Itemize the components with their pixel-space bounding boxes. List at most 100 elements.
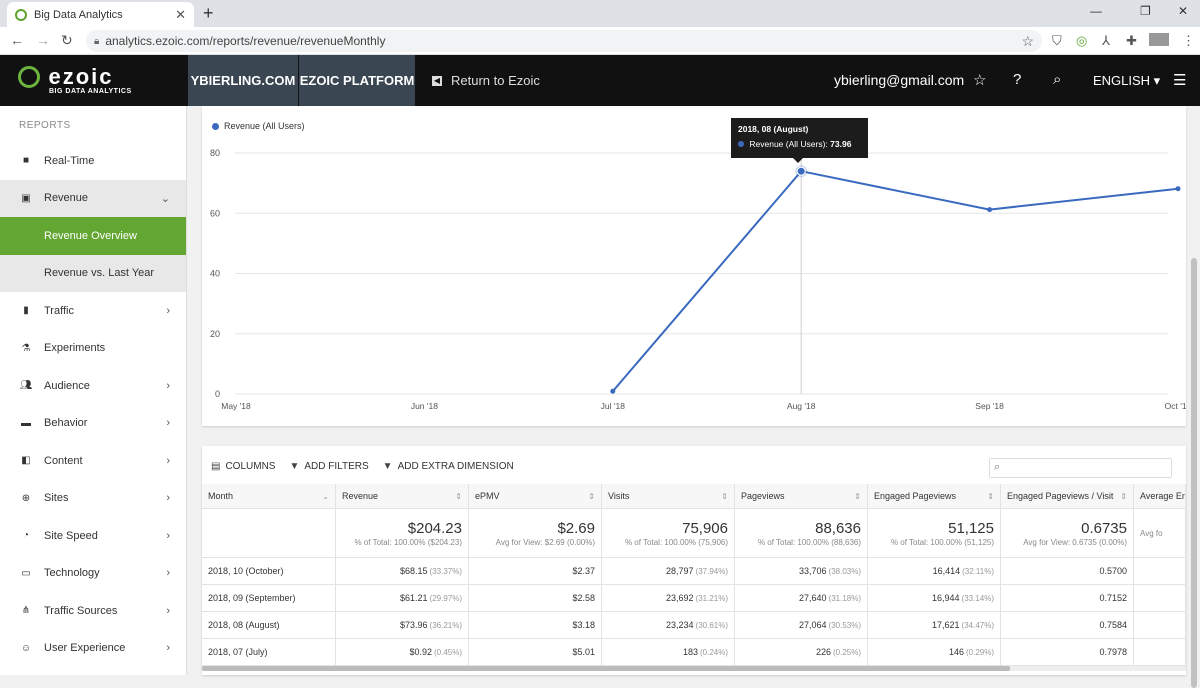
scrollbar-thumb[interactable] (202, 666, 1010, 671)
sidebar-item-site-speed[interactable]: ◔ Site Speed › (0, 517, 186, 555)
help-icon[interactable]: ? (1013, 71, 1021, 88)
chevron-right-icon: › (166, 454, 170, 467)
laptop-icon: ▭ (21, 567, 31, 579)
globe-icon: ⊕ (21, 492, 31, 504)
table-cell: $2.58 (469, 585, 602, 611)
cell-value: $0.92 (409, 647, 432, 657)
sidebar-item-experiments[interactable]: ⚗ Experiments (0, 330, 186, 368)
revenue-table-panel: ▤ COLUMNS ▼ ADD FILTERS ▼ ADD EXTRA DIME… (202, 446, 1186, 675)
sidebar-item-revenue[interactable]: ▣ Revenue ⌄ (0, 179, 186, 217)
sidebar-item-user-experience[interactable]: ☺ User Experience › (0, 630, 186, 668)
star-icon[interactable]: ☆ (973, 71, 986, 89)
maximize-icon[interactable]: ❐ (1140, 4, 1151, 18)
vertical-scrollbar[interactable] (1191, 108, 1197, 688)
sidebar-item-technology[interactable]: ▭ Technology › (0, 555, 186, 593)
reload-icon[interactable]: ↻ (61, 32, 73, 49)
url-input[interactable]: 🔒︎ analytics.ezoic.com/reports/revenue/r… (86, 30, 1042, 52)
column-header-visits[interactable]: Visits ⇕ (602, 484, 735, 508)
return-label: Return to Ezoic (451, 73, 540, 88)
back-icon[interactable]: ← (10, 32, 24, 48)
revenue-line-chart[interactable]: 0 20 40 60 80 May '18 Jun '18 Jul '18 Aug '18 Sep… (202, 106, 1186, 426)
puzzle-icon[interactable]: ✚ (1126, 33, 1137, 49)
sidebar-item-traffic-sources[interactable]: ⋔ Traffic Sources › (0, 592, 186, 630)
table-row[interactable]: 2018, 07 (July) $0.92 (0.45%) $5.01 183 (0.24… (202, 639, 1186, 666)
data-point[interactable] (1175, 186, 1181, 192)
filter-icon: ▼ (382, 461, 393, 472)
extension-icon[interactable]: ⅄ (1102, 33, 1110, 49)
table-row[interactable]: 2018, 10 (October) $68.15 (33.37%) $2.37 28,… (202, 558, 1186, 585)
return-to-ezoic-link[interactable]: ◀ Return to Ezoic (432, 73, 540, 88)
table-cell: 27,064 (30.53%) (735, 612, 868, 638)
scrollbar-thumb[interactable] (1191, 258, 1197, 688)
table-search-input[interactable]: ⌕ (989, 458, 1172, 478)
column-header-epmv[interactable]: ePMV ⇕ (469, 484, 602, 508)
people-icon: 👥︎ (19, 380, 33, 392)
cell-percent: (33.37%) (429, 566, 462, 576)
cell-percent: (37.94%) (695, 566, 728, 576)
cell-percent: (33.14%) (961, 593, 994, 603)
new-tab-icon[interactable]: + (203, 3, 214, 24)
shield-extension-icon[interactable]: ⛉ (1052, 33, 1062, 49)
data-point[interactable] (610, 388, 616, 394)
table-cell: 2018, 09 (September) (202, 585, 336, 611)
series-line[interactable] (612, 170, 1179, 392)
minimize-icon[interactable]: — (1090, 4, 1102, 18)
cell-value: 226 (815, 647, 831, 657)
sidebar-item-sites[interactable]: ⊕ Sites › (0, 480, 186, 518)
sidebar-item-revenue-overview[interactable]: Revenue Overview (0, 217, 186, 255)
hamburger-menu-icon[interactable]: ☰ (1173, 71, 1186, 89)
ezoic-extension-icon[interactable]: ◎ (1076, 33, 1087, 49)
column-header-pageviews[interactable]: Pageviews ⇕ (735, 484, 868, 508)
add-filters-button[interactable]: ▼ ADD FILTERS (289, 461, 368, 472)
sidebar-item-content[interactable]: ◧ Content › (0, 442, 186, 480)
column-header-engaged-per-visit[interactable]: Engaged Pageviews / Visit ⇕ (1001, 484, 1134, 508)
sidebar-item-behavior[interactable]: ▬ Behavior › (0, 405, 186, 443)
cell-percent: (36.21%) (429, 620, 462, 630)
profile-avatar[interactable] (1149, 33, 1169, 46)
data-point[interactable] (987, 207, 993, 213)
add-dimension-button[interactable]: ▼ ADD EXTRA DIMENSION (383, 461, 514, 472)
user-email[interactable]: ybierling@gmail.com (834, 72, 964, 88)
column-header-average-engaged[interactable]: Average En (1134, 484, 1186, 508)
cell-value: 146 (948, 647, 964, 657)
x-tick-label: Jun '18 (411, 401, 438, 411)
close-window-icon[interactable]: ✕ (1178, 4, 1188, 18)
sidebar-item-label: Audience (44, 379, 90, 392)
platform-tab[interactable]: EZOIC PLATFORM (299, 55, 415, 106)
bookmark-star-icon[interactable]: ☆ (1021, 33, 1034, 50)
horizontal-scrollbar[interactable] (202, 666, 1186, 671)
browser-menu-icon[interactable]: ⋮ (1182, 33, 1195, 49)
header-label: Pageviews (741, 491, 785, 501)
tooltip-arrow (793, 158, 803, 163)
site-tab[interactable]: YBIERLING.COM (188, 55, 298, 106)
language-dropdown[interactable]: ENGLISH ▾ (1093, 73, 1160, 89)
forward-icon[interactable]: → (36, 32, 50, 48)
sidebar-item-label: Experiments (44, 342, 106, 355)
header-label: Engaged Pageviews (874, 491, 957, 501)
sidebar-item-audience[interactable]: 👥︎ Audience › (0, 367, 186, 405)
table-row[interactable]: 2018, 09 (September) $61.21 (29.97%) $2.58 2… (202, 585, 1186, 612)
cell-value: 2018, 08 (August) (208, 620, 280, 630)
table-cell: $68.15 (33.37%) (336, 558, 469, 584)
table-cell: 2018, 08 (August) (202, 612, 336, 638)
browser-tab[interactable]: Big Data Analytics ✕ (7, 2, 194, 27)
total-value: 0.6735 (1081, 519, 1127, 537)
search-icon[interactable]: ⌕ (1053, 71, 1061, 88)
data-point[interactable] (796, 166, 806, 176)
column-header-month[interactable]: Month ⌄ (202, 484, 336, 508)
sidebar-item-traffic[interactable]: ▮ Traffic › (0, 292, 186, 330)
y-tick-label: 80 (210, 148, 220, 158)
table-row[interactable]: 2018, 08 (August) $73.96 (36.21%) $3.18 23,2… (202, 612, 1186, 639)
column-header-engaged-pageviews[interactable]: Engaged Pageviews ⇕ (868, 484, 1001, 508)
column-header-revenue[interactable]: Revenue ⇕ (336, 484, 469, 508)
ezoic-logo[interactable]: ezoic BIG DATA ANALYTICS (18, 64, 131, 95)
logo-text: ezoic (48, 64, 114, 89)
chart-legend[interactable]: Revenue (All Users) (212, 121, 305, 131)
sidebar-item-real-time[interactable]: ■ Real-Time (0, 142, 186, 180)
tooltip-swatch (738, 141, 744, 147)
close-tab-icon[interactable]: ✕ (175, 7, 186, 23)
sidebar-item-revenue-vs-last-year[interactable]: Revenue vs. Last Year (0, 254, 186, 292)
cell-value: 28,797 (666, 566, 694, 576)
columns-button[interactable]: ▤ COLUMNS (211, 461, 275, 472)
cell-value: $2.58 (572, 593, 595, 603)
